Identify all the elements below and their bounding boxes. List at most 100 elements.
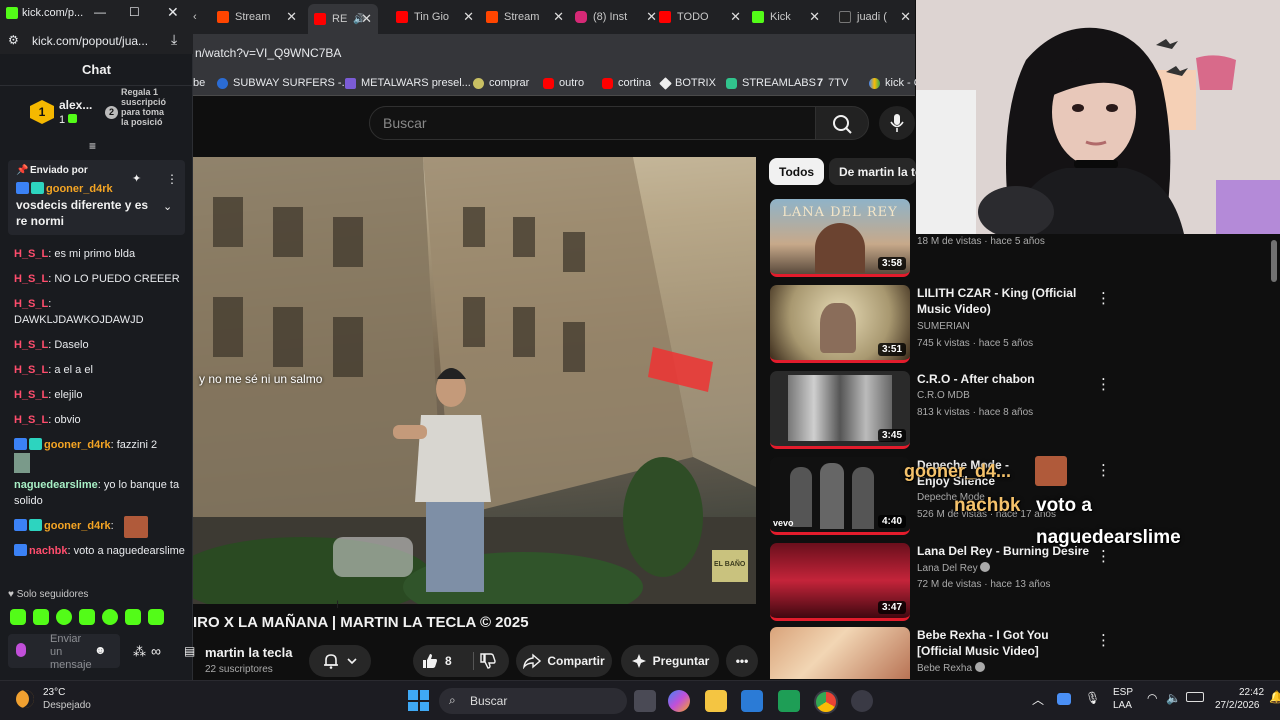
close-icon[interactable]: ✕ (286, 9, 297, 25)
tab-youtube-2[interactable]: Tin Gio ✕ (396, 4, 474, 30)
tab-scroll-left[interactable]: ‹ (193, 4, 207, 30)
more-vertical-icon[interactable]: ⋮ (1096, 547, 1111, 565)
file-explorer-icon[interactable] (705, 690, 727, 712)
bookmark-item[interactable]: comprar (473, 77, 529, 89)
recommended-video[interactable]: 3:45 C.R.O - After chabon C.R.O MDB 813 … (770, 371, 1270, 449)
clock-date[interactable]: 27/2/2026 (1215, 700, 1260, 711)
share-button[interactable]: Compartir (516, 645, 612, 677)
bookmark-item[interactable]: be (193, 77, 205, 89)
address-bar[interactable]: n/watch?v=VI_Q9WNC7BA (193, 34, 915, 70)
pinned-message[interactable]: 📌 Enviado por gooner_d4rk ✦ ⋮ vosdecis d… (8, 160, 185, 235)
close-icon[interactable]: ✕ (463, 9, 474, 25)
scrollbar[interactable] (1269, 236, 1280, 676)
windows-start-icon[interactable] (408, 690, 429, 711)
emoji-icon[interactable]: ☻ (94, 643, 107, 657)
microphone-icon[interactable] (16, 643, 26, 657)
obs-icon[interactable] (851, 690, 873, 712)
tab-stream-2[interactable]: Stream ✕ (486, 4, 564, 30)
more-actions-button[interactable]: ••• (726, 645, 758, 677)
emote-icon[interactable] (56, 609, 72, 625)
bookmark-item[interactable]: BOTRIX (659, 76, 716, 90)
emote-icon[interactable] (102, 609, 118, 625)
emote-icon[interactable] (10, 609, 26, 625)
site-settings-icon[interactable]: ⚙ (8, 33, 19, 47)
close-icon[interactable]: ✕ (646, 9, 657, 25)
notification-bell-button[interactable] (309, 645, 371, 677)
unpin-icon[interactable]: ✦ (132, 172, 141, 185)
channel-name[interactable]: martin la tecla (205, 645, 292, 660)
users-icon[interactable]: ⁂ (133, 644, 146, 660)
excel-icon[interactable] (778, 690, 800, 712)
bookmark-item[interactable]: STREAMLABS (726, 77, 816, 89)
emote-icon[interactable] (125, 609, 141, 625)
close-icon[interactable]: ✕ (730, 9, 741, 25)
emote-icon[interactable] (79, 609, 95, 625)
weather-condition[interactable]: Despejado (43, 700, 91, 711)
chip-all[interactable]: Todos (769, 158, 825, 185)
tab-kick[interactable]: Kick ✕ (752, 4, 820, 30)
popout-address-bar[interactable]: ⚙ kick.com/popout/jua... ⤓ (0, 28, 193, 54)
thumbs-down-icon[interactable] (479, 652, 497, 670)
infinity-icon[interactable]: ∞ (151, 643, 161, 659)
leaderboard-user[interactable]: alex... (59, 98, 92, 112)
emote-icon[interactable] (148, 609, 164, 625)
tab-youtube-3[interactable]: TODO ✕ (659, 4, 741, 30)
recommended-video[interactable]: 3:47 Lana Del Rey - Burning Desire Lana … (770, 543, 1270, 621)
close-icon[interactable]: ✕ (900, 9, 911, 25)
more-vertical-icon[interactable]: ⋮ (1096, 631, 1111, 649)
tab-stream-1[interactable]: Stream ✕ (217, 4, 297, 30)
close-icon[interactable]: ✕ (361, 11, 372, 27)
close-icon[interactable]: ✕ (167, 4, 179, 21)
bookmark-item[interactable]: outro (543, 77, 584, 89)
search-button[interactable] (815, 106, 869, 140)
tab-instagram[interactable]: (8) Inst ✕ (575, 4, 657, 30)
recommended-video[interactable]: Bebe Rexha - I Got You [Official Music V… (770, 627, 1270, 679)
minimize-icon[interactable]: — (94, 5, 106, 19)
bookmark-item[interactable]: 7 7TV (817, 77, 848, 89)
chip-channel[interactable]: De martin la tec (829, 158, 916, 185)
task-view-icon[interactable] (634, 690, 656, 712)
battery-icon[interactable] (1186, 692, 1204, 702)
voice-search-button[interactable] (879, 106, 915, 140)
weather-temperature[interactable]: 23°C (43, 687, 65, 698)
more-vertical-icon[interactable]: ⋮ (166, 172, 178, 186)
like-button[interactable]: 8 (413, 645, 509, 677)
word-icon[interactable] (741, 690, 763, 712)
copilot-icon[interactable] (668, 690, 690, 712)
keyboard-language[interactable]: ESP (1113, 687, 1133, 698)
emote-icon[interactable] (33, 609, 49, 625)
chrome-icon[interactable] (814, 690, 838, 714)
notification-icon[interactable]: 🔔 (1269, 690, 1280, 704)
maximize-icon[interactable]: ☐ (129, 5, 140, 19)
collapse-icon[interactable]: ≡ (89, 139, 96, 153)
gift-sub-prompt[interactable]: Regala 1 suscripció para toma la posició (121, 87, 173, 127)
clock-time[interactable]: 22:42 (1239, 687, 1264, 698)
bookmark-item[interactable]: METALWARS presel... (345, 77, 471, 89)
more-vertical-icon[interactable]: ⋮ (1096, 375, 1111, 393)
chevron-up-icon[interactable]: ︿ (1032, 691, 1044, 708)
keyboard-layout[interactable]: LAA (1113, 700, 1132, 711)
recommended-video[interactable]: 3:51 LILITH CZAR - King (Official Music … (770, 285, 1270, 363)
bookmark-item[interactable]: cortina (602, 77, 651, 89)
microphone-icon[interactable]: 🎙 (1085, 691, 1100, 705)
cloud-icon[interactable] (1057, 693, 1071, 705)
more-vertical-icon[interactable]: ⋮ (1096, 289, 1111, 307)
wifi-icon[interactable]: ◠ (1147, 691, 1157, 705)
search-input[interactable]: Buscar (369, 106, 816, 140)
taskbar-search[interactable]: ⌕ Buscar (439, 688, 627, 714)
bookmark-item[interactable]: kick - C (869, 77, 922, 89)
close-icon[interactable]: ✕ (809, 9, 820, 25)
ask-button[interactable]: Preguntar (621, 645, 719, 677)
chevron-down-icon[interactable]: ⌄ (163, 200, 172, 213)
weather-moon-icon[interactable] (16, 690, 34, 708)
download-icon[interactable]: ⤓ (171, 31, 177, 48)
scrollbar-thumb[interactable] (1271, 240, 1277, 282)
chat-message-input[interactable]: Enviar un mensaje ☻ (8, 633, 120, 671)
close-icon[interactable]: ✕ (553, 9, 564, 25)
settings-icon[interactable]: ▤ (184, 644, 195, 658)
tab-tiktok[interactable]: juadi (✕ (839, 4, 911, 30)
tab-active[interactable]: RE 🔊 ✕ (308, 4, 378, 34)
more-vertical-icon[interactable]: ⋮ (1096, 461, 1111, 479)
bookmark-item[interactable]: SUBWAY SURFERS -... (217, 77, 351, 89)
volume-icon[interactable]: 🔈 (1166, 691, 1181, 705)
